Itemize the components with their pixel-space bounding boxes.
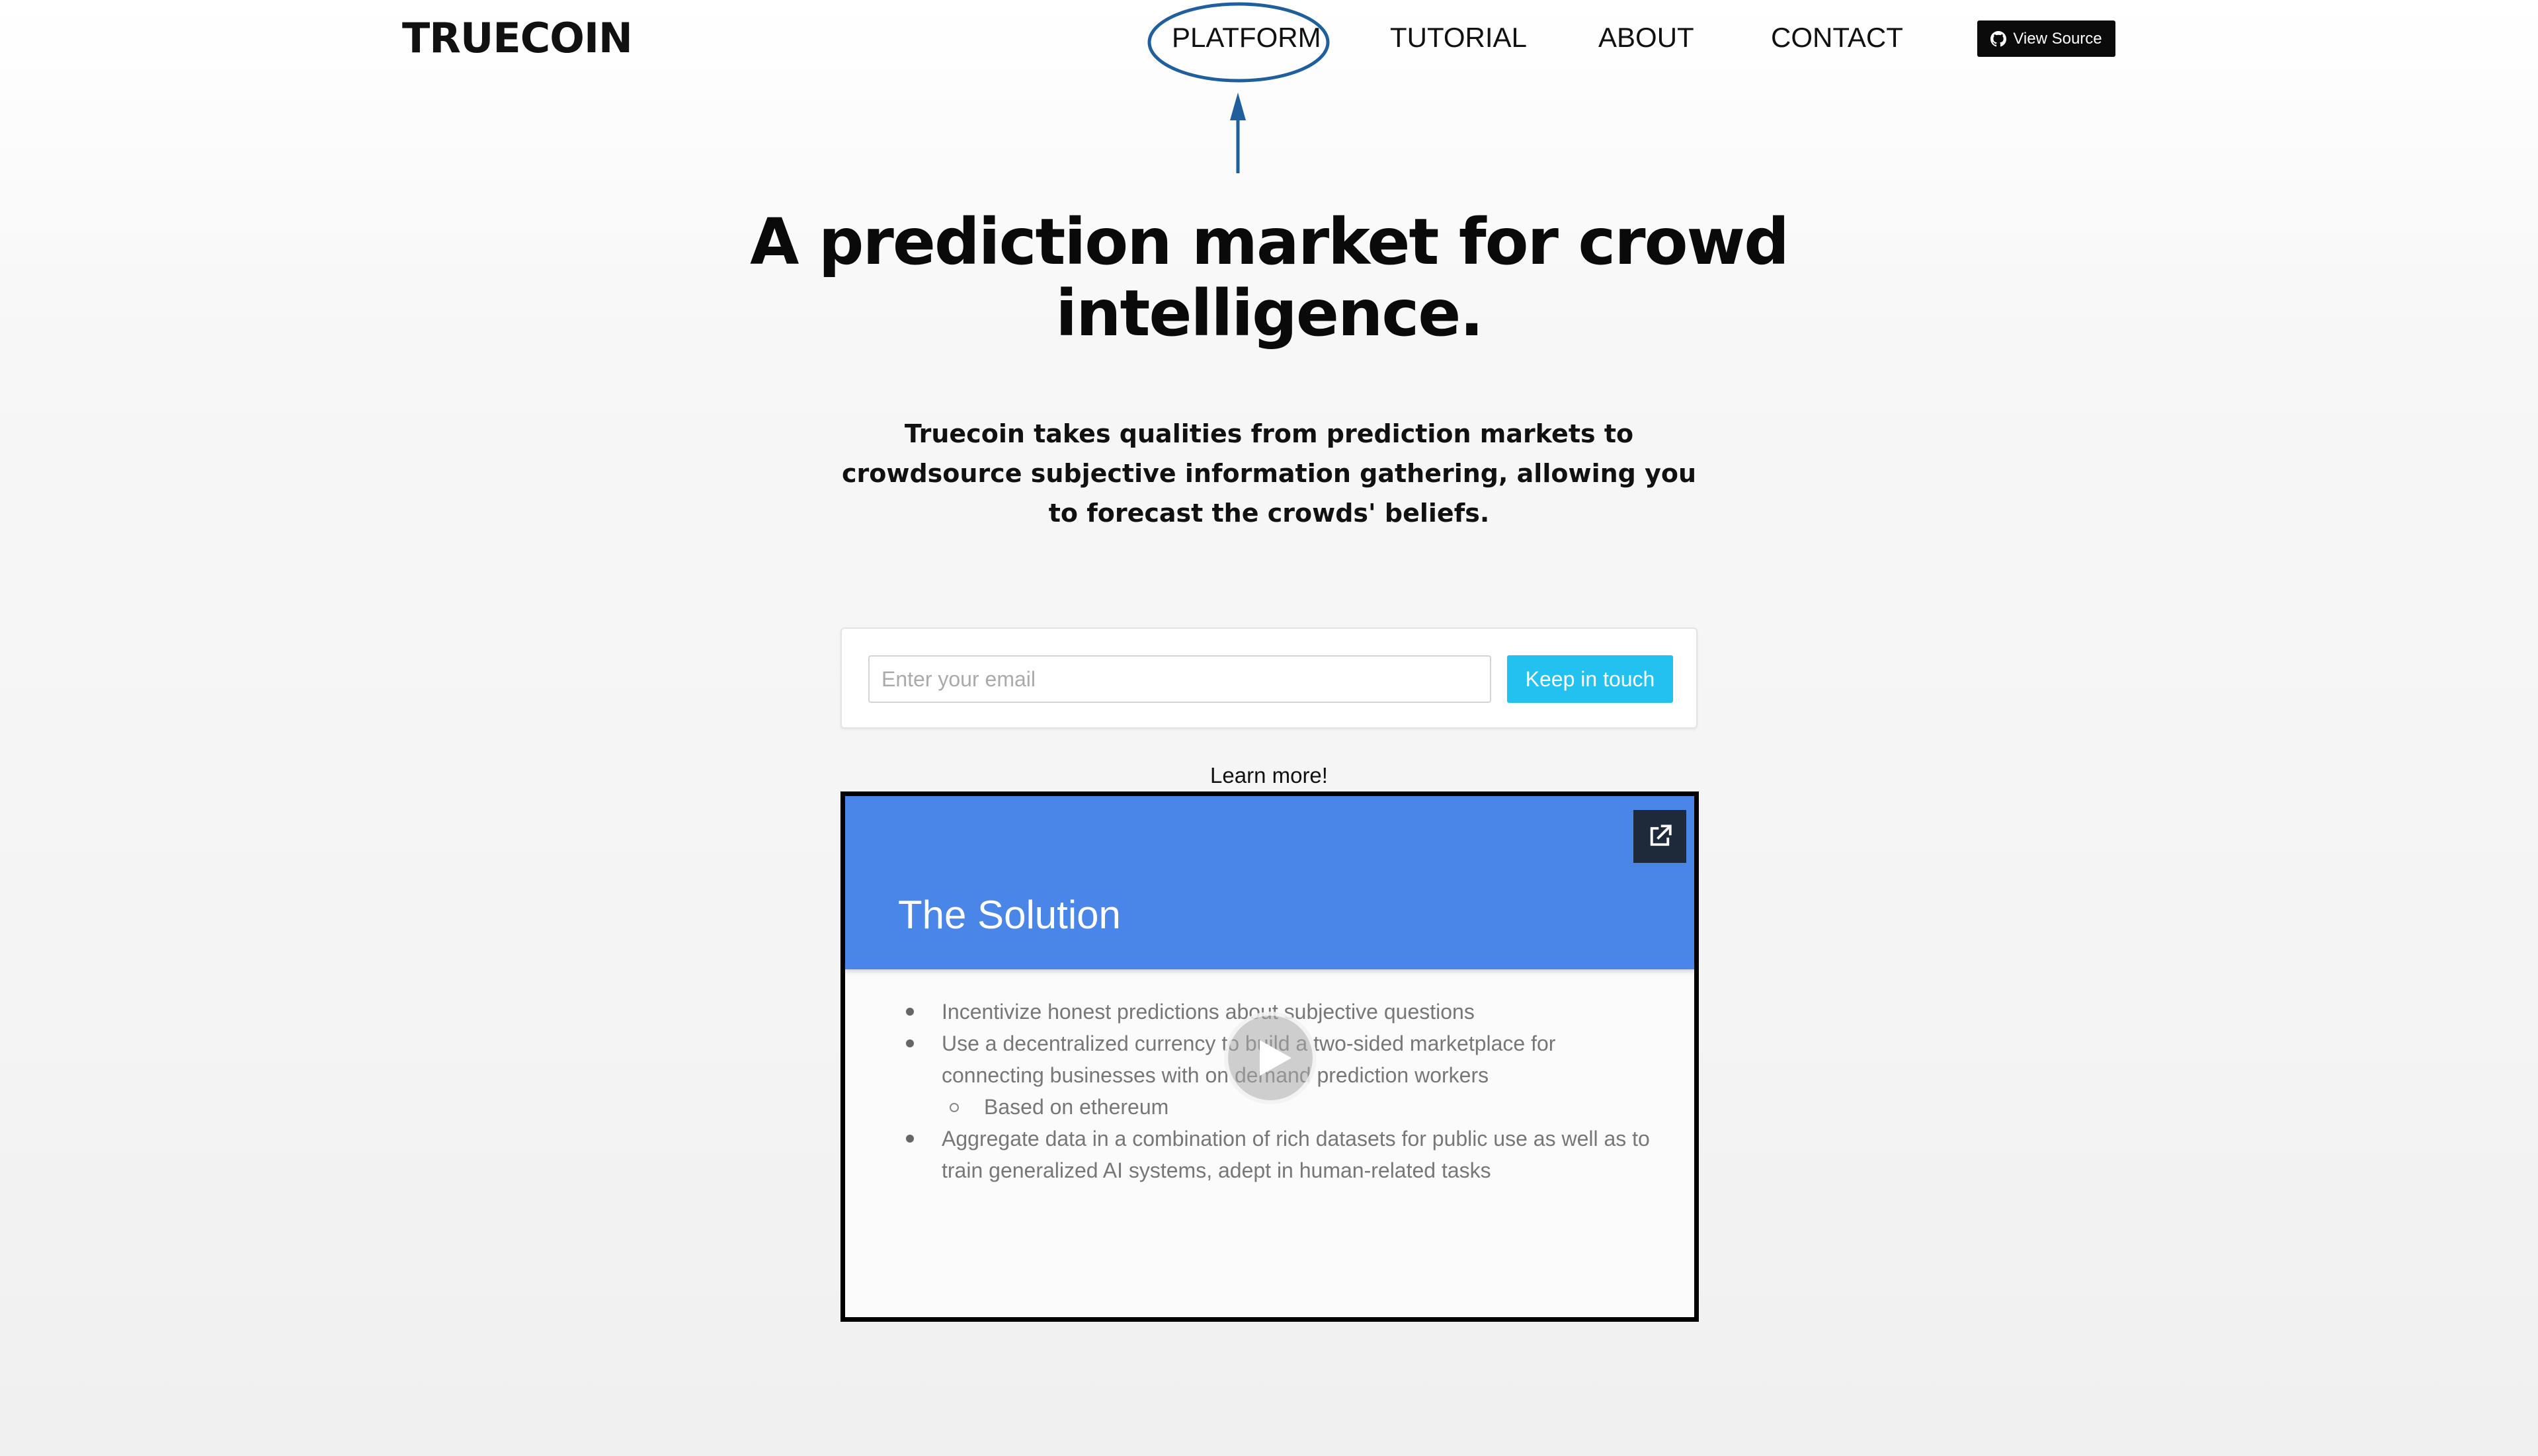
external-link-icon	[1650, 825, 1672, 846]
github-icon	[1990, 30, 2007, 46]
annotation-arrow-head	[1230, 93, 1246, 120]
signup-card: Keep in touch	[840, 627, 1698, 729]
slide-title: The Solution	[898, 893, 1121, 937]
brand-logo[interactable]: TRUECOIN	[402, 15, 633, 62]
popout-button[interactable]	[1633, 810, 1686, 863]
video-embed[interactable]: The Solution Incentivize honest predicti…	[840, 791, 1699, 1322]
slide-bullet: Aggregate data in a combination of rich …	[898, 1123, 1658, 1186]
view-source-button[interactable]: View Source	[1977, 20, 2115, 57]
slide-header: The Solution	[845, 796, 1694, 969]
play-button[interactable]	[1224, 1012, 1317, 1104]
top-nav: TRUECOIN PLATFORM TUTORIAL ABOUT CONTACT…	[0, 0, 2538, 78]
view-source-label: View Source	[2013, 29, 2102, 48]
nav-link-contact[interactable]: CONTACT	[1771, 21, 1903, 54]
hero-title: A prediction market for crowd intelligen…	[750, 205, 1789, 350]
hero-description: Truecoin takes qualities from prediction…	[841, 419, 1697, 528]
play-icon	[1260, 1040, 1291, 1076]
keep-in-touch-button[interactable]: Keep in touch	[1507, 655, 1673, 703]
learn-more-caption: Learn more!	[1210, 763, 1328, 788]
nav-link-about[interactable]: ABOUT	[1598, 21, 1694, 54]
nav-link-platform[interactable]: PLATFORM	[1172, 21, 1321, 54]
nav-link-tutorial[interactable]: TUTORIAL	[1390, 21, 1527, 54]
email-input[interactable]	[868, 655, 1491, 703]
